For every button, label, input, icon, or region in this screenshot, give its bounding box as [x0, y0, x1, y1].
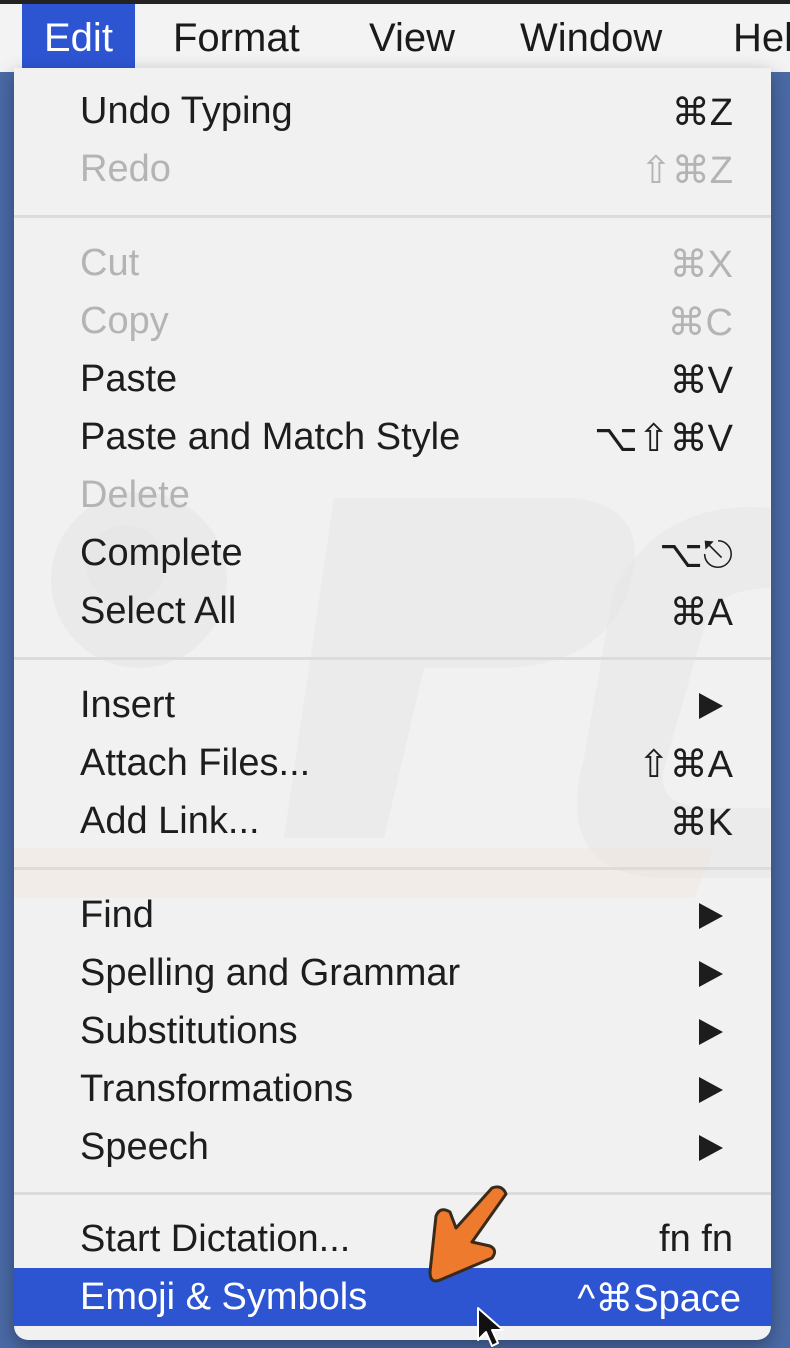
menu-item-label: Emoji & Symbols [80, 1276, 368, 1318]
submenu-arrow-icon [699, 1077, 723, 1103]
menu-item-label: Copy [80, 300, 169, 342]
menu-separator [14, 215, 771, 218]
menu-item-label: Speech [80, 1126, 209, 1168]
menu-item-add-link[interactable]: Add Link... ⌘K [14, 792, 771, 850]
shortcut-label: ⌥⇧⌘V [594, 418, 733, 460]
menu-item-complete[interactable]: Complete ⌥⎋ [14, 524, 771, 582]
menu-item-label: Find [80, 894, 154, 936]
menu-item-cut: Cut ⌘X [14, 234, 771, 292]
shortcut-label: ⌘K [669, 802, 733, 844]
shortcut-label: ⌘V [669, 360, 733, 402]
submenu-arrow-icon [699, 903, 723, 929]
menu-item-find[interactable]: Find [14, 886, 771, 944]
menu-item-label: Redo [80, 148, 171, 190]
menu-item-copy: Copy ⌘C [14, 292, 771, 350]
menu-item-label: Start Dictation... [80, 1218, 351, 1260]
submenu-arrow-icon [699, 961, 723, 987]
edit-menu-dropdown: Undo Typing ⌘Z Redo ⇧⌘Z Cut ⌘X Copy ⌘C P… [14, 68, 771, 1340]
menu-item-label: Complete [80, 532, 243, 574]
menu-item-label: Substitutions [80, 1010, 298, 1052]
menu-item-spelling-and-grammar[interactable]: Spelling and Grammar [14, 944, 771, 1002]
menu-item-label: Spelling and Grammar [80, 952, 461, 994]
shortcut-label: fn fn [659, 1218, 733, 1260]
menu-item-label: Undo Typing [80, 90, 293, 132]
shortcut-label: ⌥⎋ [659, 534, 733, 576]
submenu-arrow-icon [699, 1019, 723, 1045]
menu-view[interactable]: View [369, 4, 455, 72]
menu-item-label: Select All [80, 590, 237, 632]
menu-help[interactable]: Help [733, 4, 790, 72]
menu-separator [14, 867, 771, 870]
menu-item-insert[interactable]: Insert [14, 676, 771, 734]
menu-item-speech[interactable]: Speech [14, 1118, 771, 1176]
submenu-arrow-icon [699, 1135, 723, 1161]
orange-arrow-icon [428, 1185, 508, 1283]
menu-window[interactable]: Window [520, 4, 662, 72]
mouse-cursor-icon [477, 1307, 504, 1347]
menu-item-attach-files[interactable]: Attach Files... ⇧⌘A [14, 734, 771, 792]
menu-item-substitutions[interactable]: Substitutions [14, 1002, 771, 1060]
menu-separator [14, 1192, 771, 1195]
menu-item-start-dictation[interactable]: Start Dictation... fn fn [14, 1210, 771, 1268]
menu-item-label: Cut [80, 242, 140, 284]
menu-bar: Edit Format View Window Help [0, 0, 790, 72]
menu-item-select-all[interactable]: Select All ⌘A [14, 582, 771, 640]
menu-edit[interactable]: Edit [22, 4, 135, 72]
menu-item-label: Attach Files... [80, 742, 311, 784]
shortcut-label: ⇧⌘A [637, 744, 733, 786]
shortcut-label: ⇧⌘Z [639, 150, 733, 192]
menu-format[interactable]: Format [173, 4, 300, 72]
menu-item-label: Delete [80, 474, 190, 516]
submenu-arrow-icon [699, 693, 723, 719]
menu-item-label: Add Link... [80, 800, 260, 842]
shortcut-label: ⌘Z [671, 92, 733, 134]
menu-item-redo: Redo ⇧⌘Z [14, 140, 771, 198]
shortcut-label: ⌘A [669, 592, 733, 634]
menu-item-paste[interactable]: Paste ⌘V [14, 350, 771, 408]
menu-item-label: Insert [80, 684, 176, 726]
shortcut-label: ⌘C [667, 302, 733, 344]
menu-item-label: Paste and Match Style [80, 416, 461, 458]
menu-item-undo-typing[interactable]: Undo Typing ⌘Z [14, 82, 771, 140]
menu-item-label: Paste [80, 358, 178, 400]
menu-item-delete: Delete [14, 466, 771, 524]
menu-item-paste-and-match-style[interactable]: Paste and Match Style ⌥⇧⌘V [14, 408, 771, 466]
menu-item-label: Transformations [80, 1068, 354, 1110]
menu-item-emoji-and-symbols[interactable]: Emoji & Symbols ^⌘Space [14, 1268, 771, 1326]
shortcut-label: ⌘X [669, 244, 733, 286]
menu-item-transformations[interactable]: Transformations [14, 1060, 771, 1118]
menu-separator [14, 657, 771, 660]
shortcut-label: ^⌘Space [577, 1278, 741, 1320]
